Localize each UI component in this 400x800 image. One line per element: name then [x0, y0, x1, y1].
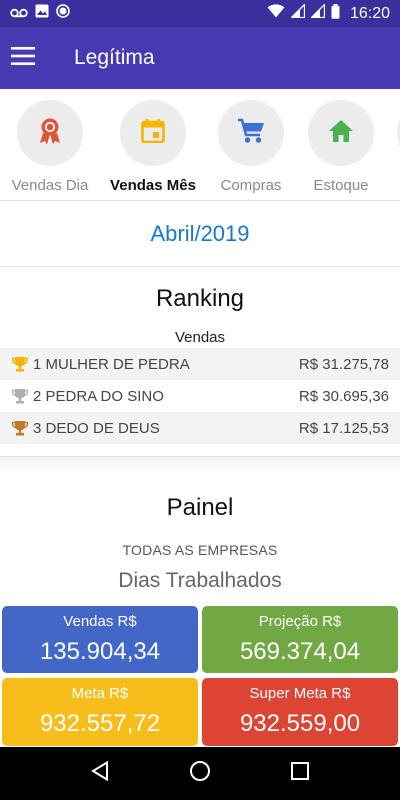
ranking-list: 1 MULHER DE PEDRA R$ 31.275,78 2 PEDRA D…: [0, 348, 400, 444]
ranking-title: Ranking: [155, 285, 245, 312]
meta-card[interactable]: Meta R$ 932.557,72: [2, 678, 198, 746]
award-icon: [37, 117, 63, 150]
tab-partial[interactable]: F: [347, 100, 400, 194]
ranking-subtitle: Vendas: [174, 329, 226, 346]
calendar-icon: [141, 118, 165, 148]
tab-vendas-mes[interactable]: Vendas Mês: [103, 100, 203, 194]
tab-icon-circle: [17, 100, 83, 166]
painel-subtitle: TODAS AS EMPRESAS: [122, 542, 278, 558]
back-button[interactable]: [80, 754, 120, 794]
projecao-card-label: Projeção R$: [258, 613, 342, 630]
vendas-card-label: Vendas R$: [63, 613, 137, 630]
ranking-row[interactable]: 2 PEDRA DO SINO R$ 30.695,36: [0, 380, 400, 412]
voicemail-icon: [10, 5, 28, 23]
rank-position: 3: [33, 419, 42, 437]
section-divider: [0, 456, 400, 474]
period-label: Abril/2019: [150, 220, 250, 246]
tab-icon-circle: [120, 100, 186, 166]
tab-label: Vendas Mês: [110, 177, 196, 194]
image-icon: [35, 4, 49, 23]
wifi-icon: [267, 4, 285, 23]
rank-position: 1: [33, 355, 42, 373]
supermeta-card-value: 932.559,00: [239, 710, 361, 737]
tab-icon-circle: [218, 100, 284, 166]
menu-button[interactable]: [0, 35, 46, 81]
battery-icon: [331, 3, 340, 24]
rank-name: MULHER DE PEDRA: [45, 355, 190, 373]
home-button[interactable]: [180, 754, 220, 794]
supermeta-card[interactable]: Super Meta R$ 932.559,00: [202, 678, 398, 746]
ranking-row[interactable]: 3 DEDO DE DEUS R$ 17.125,53: [0, 412, 400, 444]
tab-vendas-dia[interactable]: Vendas Dia: [0, 100, 100, 194]
rank-name: DEDO DE DEUS: [45, 419, 160, 437]
tab-label: Compras: [220, 177, 282, 194]
status-bar: 16:20: [0, 0, 400, 27]
meta-card-label: Meta R$: [71, 685, 129, 702]
category-tabs: Vendas Dia Vendas Mês Compras Estoque F: [0, 89, 400, 201]
status-time: 16:20: [349, 4, 390, 22]
supermeta-card-label: Super Meta R$: [249, 685, 351, 702]
trophy-silver-icon: [11, 387, 29, 405]
dias-trabalhados-label: Dias Trabalhados: [118, 569, 282, 592]
rank-value: R$ 31.275,78: [298, 355, 389, 373]
recents-icon: [291, 762, 309, 785]
signal-icon: [309, 2, 326, 23]
signal-icon: [289, 2, 306, 23]
system-nav-bar: [0, 747, 400, 800]
rank-position: 2: [33, 387, 42, 405]
projecao-card[interactable]: Projeção R$ 569.374,04: [202, 606, 398, 673]
meta-card-value: 932.557,72: [39, 710, 161, 737]
painel-title: Painel: [166, 494, 234, 521]
app-bar: Legítima: [0, 27, 400, 89]
trophy-gold-icon: [11, 355, 29, 373]
vendas-card[interactable]: Vendas R$ 135.904,34: [2, 606, 198, 673]
tab-partial-inner: F: [347, 100, 400, 194]
app-title: Legítima: [74, 46, 155, 69]
recents-button[interactable]: [280, 754, 320, 794]
period-selector[interactable]: Abril/2019: [0, 201, 400, 267]
trophy-bronze-icon: [11, 419, 29, 437]
rank-value: R$ 30.695,36: [298, 387, 389, 405]
home-circle-icon: [189, 760, 211, 787]
rank-value: R$ 17.125,53: [298, 419, 389, 437]
projecao-card-value: 569.374,04: [239, 638, 361, 665]
cart-icon: [237, 118, 265, 149]
ranking-row[interactable]: 1 MULHER DE PEDRA R$ 31.275,78: [0, 348, 400, 380]
menu-icon: [11, 46, 35, 70]
tab-compras[interactable]: Compras: [201, 100, 301, 194]
circle-icon: [56, 4, 70, 23]
vendas-card-value: 135.904,34: [39, 638, 161, 665]
back-icon: [91, 760, 109, 786]
tab-label: Vendas Dia: [11, 177, 89, 194]
rank-name: PEDRA DO SINO: [45, 387, 164, 405]
